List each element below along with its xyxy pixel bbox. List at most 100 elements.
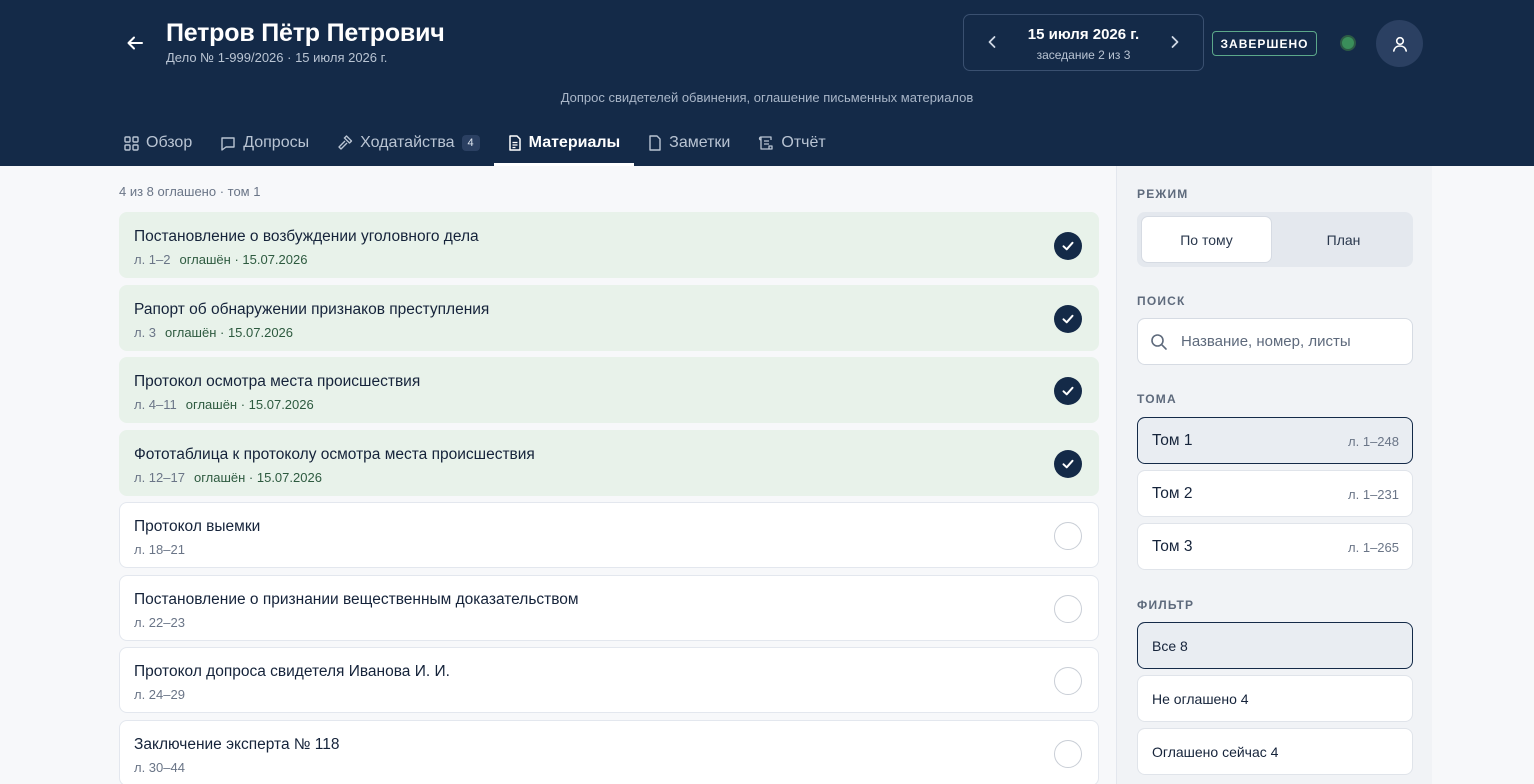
next-session-button[interactable] [1165, 32, 1185, 52]
read-checkbox[interactable] [1054, 304, 1082, 333]
sidebar: РЕЖИМ По тому План ПОИСК ТОМА Том 1 л. 1… [1116, 166, 1432, 784]
page-title: Петров Пётр Петрович [166, 19, 445, 47]
gavel-icon [338, 135, 353, 150]
doc-pages: л. 18–21 [134, 542, 185, 557]
chevron-right-icon [1171, 36, 1179, 48]
arrow-left-icon [127, 36, 143, 50]
filter-read-now[interactable]: Оглашено сейчас 4 [1137, 728, 1413, 775]
note-icon [649, 135, 661, 151]
mode-switch: По тому План [1137, 212, 1413, 267]
check-icon [1062, 459, 1074, 468]
list-item[interactable]: Фототаблица к протоколу осмотра места пр… [119, 429, 1099, 496]
user-icon [1392, 36, 1407, 52]
doc-meta: л. 18–21 [134, 542, 185, 557]
tab-materials[interactable]: Материалы [493, 120, 635, 166]
filter-all[interactable]: Все 8 [1137, 622, 1413, 669]
doc-title: Протокол осмотра места происшествия [134, 373, 421, 390]
volumes-label: ТОМА [1137, 392, 1177, 406]
volume-item-3[interactable]: Том 3 л. 1–265 [1137, 523, 1413, 570]
tab-notes[interactable]: Заметки [634, 120, 744, 166]
filter-item-label: Не оглашено 4 [1152, 691, 1249, 707]
doc-meta: л. 4–11 оглашён · 15.07.2026 [134, 397, 314, 412]
doc-status: оглашён · 15.07.2026 [185, 397, 314, 412]
tab-label: Обзор [146, 134, 193, 151]
doc-pages: л. 3 [134, 324, 157, 340]
read-checkbox[interactable] [1054, 594, 1082, 623]
doc-meta: л. 30–44 [134, 760, 185, 775]
read-checkbox[interactable] [1054, 667, 1082, 695]
check-icon [1062, 314, 1074, 323]
list-item[interactable]: Постановление о признании вещественным д… [119, 574, 1099, 641]
search-box [1137, 318, 1413, 365]
online-status-dot [1340, 35, 1356, 51]
doc-pages: л. 24–29 [134, 687, 185, 702]
doc-title: Заключение эксперта № 118 [134, 735, 340, 753]
tab-motions[interactable]: Ходатайства 4 [323, 120, 494, 166]
doc-pages: л. 12–17 [134, 469, 185, 485]
doc-title: Протокол выемки [134, 518, 261, 535]
search-input[interactable] [1181, 319, 1406, 364]
volume-name: Том 2 [1152, 485, 1193, 502]
doc-status: оглашён · 15.07.2026 [165, 324, 294, 340]
list-item[interactable]: Рапорт об обнаружении признаков преступл… [119, 284, 1099, 351]
session-date-navigator: 15 июля 2026 г. заседание 2 из 3 [963, 14, 1204, 71]
read-checkbox[interactable] [1054, 232, 1082, 260]
doc-status: оглашён · 15.07.2026 [193, 469, 322, 485]
read-checkbox[interactable] [1054, 522, 1082, 550]
list-item[interactable]: Протокол выемки л. 18–21 [119, 502, 1099, 568]
filter-item-label: Все 8 [1152, 638, 1188, 654]
doc-pages: л. 30–44 [134, 759, 185, 775]
read-checkbox[interactable] [1054, 449, 1082, 478]
mode-plan-button[interactable]: План [1278, 216, 1409, 263]
case-subtitle: Дело № 1-999/2026 · 15 июля 2026 г. [166, 50, 388, 65]
search-icon [1151, 334, 1167, 350]
doc-status: оглашён · 15.07.2026 [179, 252, 308, 267]
volume-name: Том 3 [1152, 538, 1193, 555]
tab-overview[interactable]: Обзор [110, 120, 206, 166]
tab-label: Ходатайства [360, 134, 455, 151]
doc-title: Постановление о признании вещественным д… [134, 590, 579, 608]
check-icon [1062, 386, 1074, 396]
read-checkbox[interactable] [1054, 739, 1082, 768]
doc-title: Протокол допроса свидетеля Иванова И. И. [134, 663, 450, 680]
materials-list: Постановление о возбуждении уголовного д… [119, 212, 1099, 784]
grid-icon [124, 135, 139, 151]
document-icon [508, 135, 521, 151]
list-item[interactable]: Протокол допроса свидетеля Иванова И. И.… [119, 647, 1099, 713]
volume-item-2[interactable]: Том 2 л. 1–231 [1137, 470, 1413, 517]
list-item[interactable]: Постановление о возбуждении уголовного д… [119, 212, 1099, 278]
volume-range: л. 1–265 [1348, 540, 1399, 555]
list-summary: 4 из 8 оглашено · том 1 [119, 184, 261, 199]
chat-icon [221, 136, 235, 151]
tab-interrogations[interactable]: Допросы [206, 120, 323, 166]
filter-item-label: Оглашено сейчас 4 [1152, 744, 1279, 760]
volume-name: Том 1 [1152, 432, 1193, 449]
search-label: ПОИСК [1137, 294, 1186, 308]
tab-bar: Обзор Допросы Ходатайства 4 Материалы За… [110, 120, 840, 166]
volume-item-1[interactable]: Том 1 л. 1–248 [1137, 417, 1413, 464]
list-item[interactable]: Протокол осмотра места происшествия л. 4… [119, 357, 1099, 423]
mode-by-volume-button[interactable]: По тому [1141, 216, 1272, 263]
doc-meta: л. 1–2 оглашён · 15.07.2026 [134, 252, 307, 267]
doc-meta: л. 22–23 [134, 615, 185, 630]
tab-label: Отчёт [781, 134, 826, 151]
list-item[interactable]: Заключение эксперта № 118 л. 30–44 [119, 719, 1099, 784]
doc-pages: л. 1–2 [134, 252, 171, 267]
motions-count-badge: 4 [461, 135, 480, 151]
tab-label: Материалы [528, 134, 621, 151]
tab-label: Заметки [669, 134, 731, 151]
doc-title: Фототаблица к протоколу осмотра места пр… [134, 445, 535, 463]
volume-range: л. 1–231 [1348, 487, 1399, 502]
tab-report[interactable]: Отчёт [744, 120, 839, 166]
read-checkbox[interactable] [1054, 377, 1082, 405]
mode-label: РЕЖИМ [1137, 187, 1189, 201]
volume-range: л. 1–248 [1348, 434, 1399, 449]
scroll-icon [759, 136, 774, 150]
filter-not-read[interactable]: Не оглашено 4 [1137, 675, 1413, 722]
top-header: Петров Пётр Петрович Дело № 1-999/2026 ·… [0, 0, 1534, 166]
filter-label: ФИЛЬТР [1137, 598, 1195, 612]
doc-meta: л. 24–29 [134, 687, 185, 702]
doc-pages: л. 22–23 [134, 614, 185, 630]
user-avatar[interactable] [1376, 20, 1423, 67]
back-button[interactable] [122, 30, 148, 56]
